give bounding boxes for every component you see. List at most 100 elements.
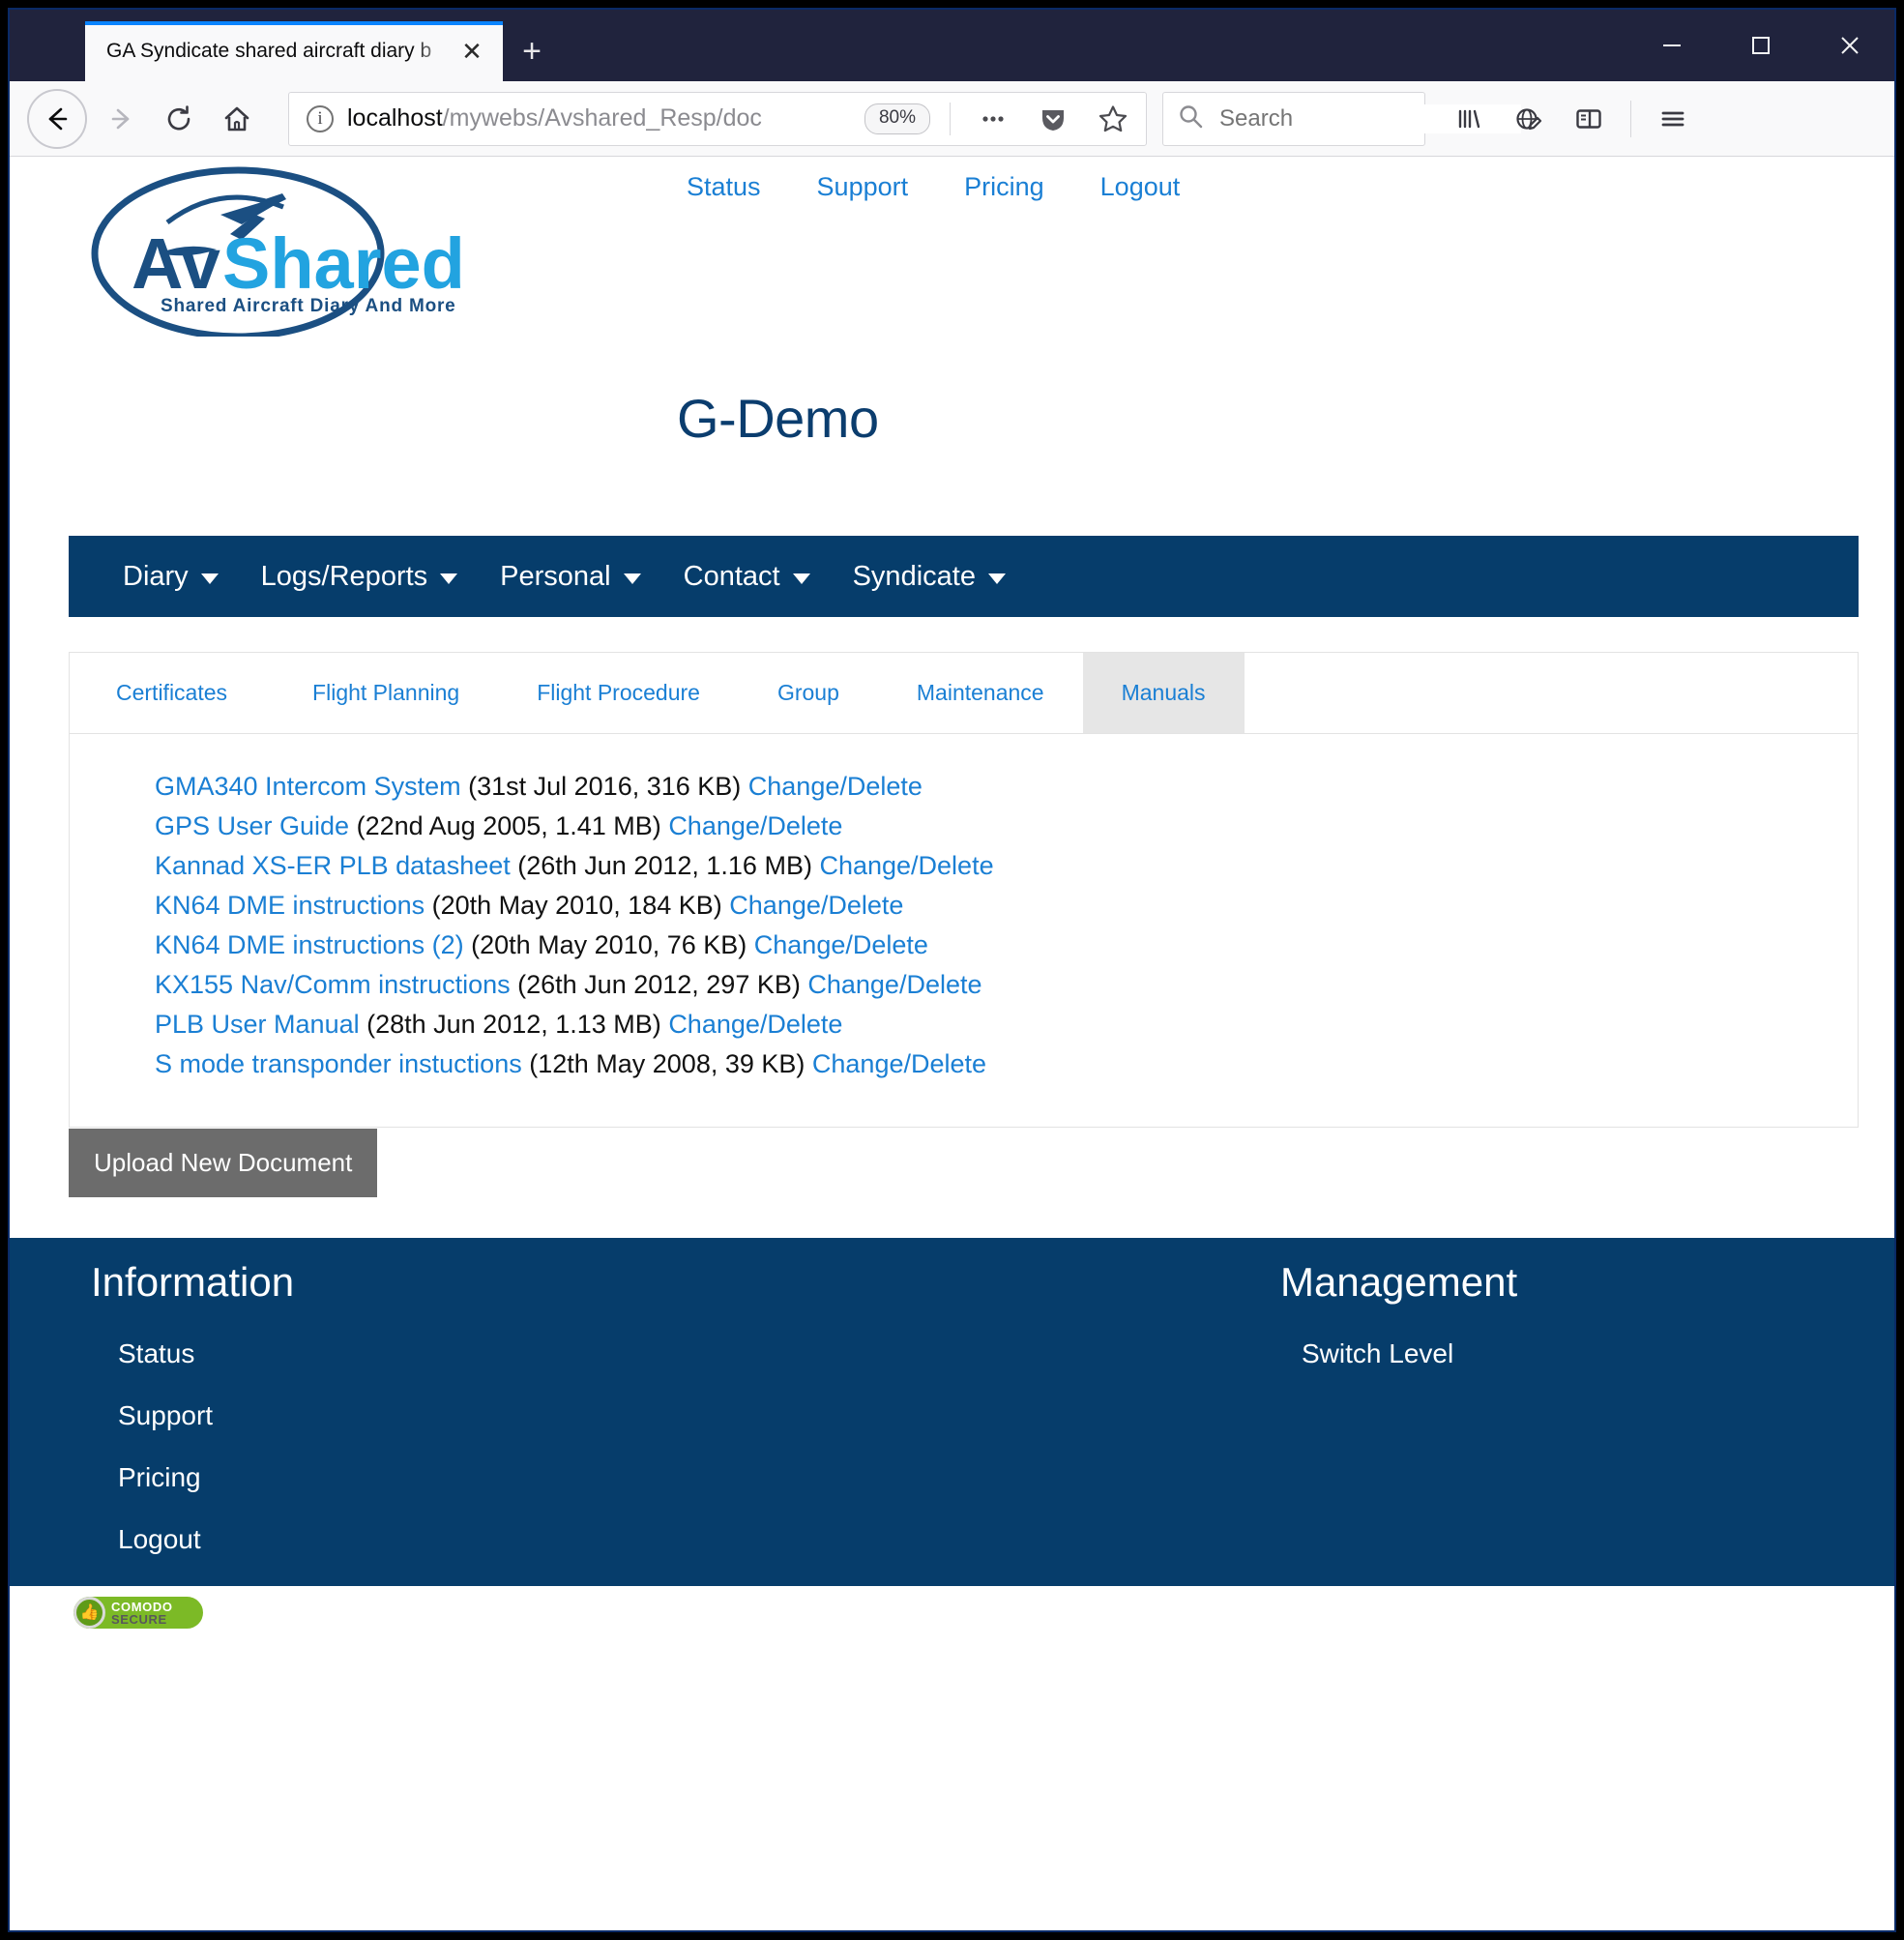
tab-strip: GA Syndicate shared aircraft diary b ✕ + [10,10,1627,81]
nav-item-syndicate[interactable]: Syndicate [832,561,1027,593]
documents-panel: Certificates Flight Planning Flight Proc… [69,652,1859,1128]
chevron-down-icon [200,573,219,584]
change-delete-link[interactable]: Change/Delete [807,970,981,999]
chevron-down-icon [792,573,810,584]
nav-item-logs-reports[interactable]: Logs/Reports [240,561,480,593]
footer-link-support[interactable]: Support [118,1400,294,1431]
nav-item-contact[interactable]: Contact [662,561,832,593]
nav-item-label: Syndicate [852,560,976,592]
document-row: KN64 DME instructions (2) (20th May 2010… [91,926,1858,965]
forward-arrow-icon[interactable] [93,91,149,147]
tab-flight-procedure[interactable]: Flight Procedure [498,653,739,733]
document-row: PLB User Manual (28th Jun 2012, 1.13 MB)… [91,1005,1858,1044]
browser-tab-title: GA Syndicate shared aircraft diary b [106,40,432,62]
home-icon[interactable] [209,91,265,147]
tab-maintenance[interactable]: Maintenance [878,653,1083,733]
pocket-icon[interactable] [1030,96,1076,142]
change-delete-link[interactable]: Change/Delete [668,1010,842,1039]
close-icon[interactable] [1805,10,1894,81]
nav-item-personal[interactable]: Personal [479,561,661,593]
close-icon[interactable]: ✕ [454,34,489,69]
comodo-line-1: COMODO [111,1599,173,1614]
comodo-secure-badge[interactable]: 👍 COMODO SECURE [73,1597,203,1629]
footer-link-switch-level[interactable]: Switch Level [1302,1338,1517,1369]
document-name-link[interactable]: GPS User Guide [155,811,349,840]
chevron-down-icon [623,573,641,584]
document-list: GMA340 Intercom System (31st Jul 2016, 3… [70,734,1858,1127]
document-name-link[interactable]: KN64 DME instructions [155,891,425,920]
tab-certificates[interactable]: Certificates [70,653,274,733]
change-delete-link[interactable]: Change/Delete [748,772,923,801]
top-links: Status Support Pricing Logout [687,172,1180,202]
url-host: localhost [347,104,443,132]
footer-link-pricing[interactable]: Pricing [118,1462,294,1493]
browser-window: GA Syndicate shared aircraft diary b ✕ + [8,8,1896,1932]
document-meta: (26th Jun 2012, 297 KB) [510,970,808,999]
tab-flight-planning[interactable]: Flight Planning [274,653,498,733]
toolbar-end-icons [1441,91,1701,147]
change-delete-link[interactable]: Change/Delete [819,851,993,880]
document-name-link[interactable]: S mode transponder instuctions [155,1049,522,1078]
avshared-logo[interactable]: Av Shared Shared Aircraft Diary And More [75,164,482,340]
top-link-pricing[interactable]: Pricing [964,172,1044,202]
hamburger-menu-icon[interactable] [1645,91,1701,147]
site-header: Av Shared Shared Aircraft Diary And More… [10,157,1894,367]
nav-item-label: Logs/Reports [260,560,428,592]
url-text: localhost/mywebs/Avshared_Resp/doc [347,104,851,132]
new-tab-button[interactable]: + [503,21,561,81]
page-info-icon[interactable]: i [307,104,334,132]
change-delete-link[interactable]: Change/Delete [754,930,928,959]
document-name-link[interactable]: KN64 DME instructions (2) [155,930,464,959]
document-name-link[interactable]: PLB User Manual [155,1010,360,1039]
sidebar-icon[interactable] [1561,91,1617,147]
library-icon[interactable] [1441,91,1497,147]
minimize-icon[interactable] [1627,10,1716,81]
document-meta: (26th Jun 2012, 1.16 MB) [510,851,820,880]
change-delete-link[interactable]: Change/Delete [812,1049,986,1078]
footer-heading-management: Management [1280,1259,1518,1305]
svg-text:Shared: Shared [222,223,465,304]
document-meta: (31st Jul 2016, 316 KB) [460,772,748,801]
tab-manuals[interactable]: Manuals [1082,653,1245,733]
comodo-line-2: SECURE [111,1611,167,1627]
document-name-link[interactable]: Kannad XS-ER PLB datasheet [155,851,511,880]
document-name-link[interactable]: KX155 Nav/Comm instructions [155,970,511,999]
account-globe-pencil-icon[interactable] [1501,91,1557,147]
address-bar[interactable]: i localhost/mywebs/Avshared_Resp/doc 80% [288,91,1147,146]
tab-row-filler [1245,653,1858,733]
top-link-status[interactable]: Status [687,172,761,202]
upload-new-document-button[interactable]: Upload New Document [69,1129,378,1197]
maximize-icon[interactable] [1716,10,1805,81]
footer-column-information: Information Status Support Pricing Logou… [91,1259,294,1586]
browser-toolbar: i localhost/mywebs/Avshared_Resp/doc 80% [10,81,1894,157]
document-row: GMA340 Intercom System (31st Jul 2016, 3… [91,767,1858,807]
nav-item-label: Diary [123,560,189,592]
footer-link-logout[interactable]: Logout [118,1524,294,1555]
top-link-support[interactable]: Support [817,172,909,202]
zoom-level-badge[interactable]: 80% [864,103,930,134]
browser-tab[interactable]: GA Syndicate shared aircraft diary b ✕ [85,21,503,81]
document-meta: (12th May 2008, 39 KB) [521,1049,812,1078]
document-meta: (20th May 2010, 184 KB) [425,891,730,920]
top-link-logout[interactable]: Logout [1100,172,1181,202]
document-meta: (22nd Aug 2005, 1.41 MB) [349,811,669,840]
ellipsis-icon[interactable] [970,96,1016,142]
reload-icon[interactable] [151,91,207,147]
document-name-link[interactable]: GMA340 Intercom System [155,772,461,801]
footer-heading-information: Information [91,1259,295,1305]
change-delete-link[interactable]: Change/Delete [668,811,842,840]
document-row: KX155 Nav/Comm instructions (26th Jun 20… [91,965,1858,1005]
search-icon [1177,103,1204,134]
nav-item-diary[interactable]: Diary [102,561,240,593]
divider [1630,100,1631,137]
main-navigation: Diary Logs/Reports Personal Contact Synd… [69,536,1859,617]
back-arrow-icon[interactable] [27,88,87,149]
nav-item-label: Contact [683,560,780,592]
search-bar[interactable] [1162,91,1521,146]
chevron-down-icon [987,573,1006,584]
star-icon[interactable] [1090,96,1136,142]
tab-group[interactable]: Group [739,653,878,733]
change-delete-link[interactable]: Change/Delete [729,891,903,920]
site-footer: Information Status Support Pricing Logou… [10,1238,1894,1586]
footer-link-status[interactable]: Status [118,1338,294,1369]
